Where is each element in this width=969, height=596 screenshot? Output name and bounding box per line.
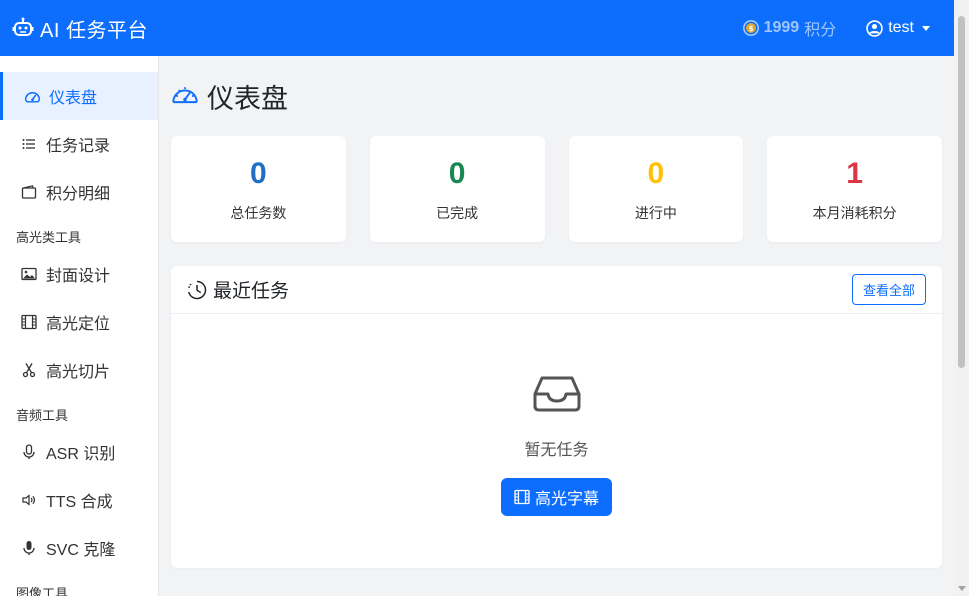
- view-all-button[interactable]: 查看全部: [852, 274, 926, 305]
- scrollbar-thumb[interactable]: [958, 16, 965, 368]
- stats-row: 0 总任务数 0 已完成 0 进行中 1 本月消耗积分: [171, 136, 942, 242]
- points-unit: 积分: [804, 22, 837, 39]
- sidebar-item-label: 高光切片: [46, 364, 111, 381]
- inbox-icon: [533, 376, 580, 412]
- brand[interactable]: AI 任务平台: [12, 14, 148, 43]
- card-title: 最近任务: [187, 276, 289, 303]
- cta-label: 高光字幕: [534, 491, 599, 508]
- card-header: 最近任务 查看全部: [171, 266, 942, 314]
- user-name: test: [888, 19, 914, 36]
- sidebar-item-label: ASR 识别: [46, 446, 116, 463]
- sidebar-item-label: TTS 合成: [46, 494, 113, 511]
- sidebar-item-tts[interactable]: TTS 合成: [0, 476, 158, 524]
- scroll-down-arrow-icon[interactable]: [958, 586, 966, 591]
- film-icon: [20, 313, 38, 331]
- sidebar-item-cover-design[interactable]: 封面设计: [0, 250, 158, 298]
- list-icon: [20, 135, 38, 153]
- sidebar-item-label: 积分明细: [46, 186, 111, 203]
- speedometer-icon: [23, 87, 41, 105]
- page-title-text: 仪表盘: [207, 83, 288, 114]
- sidebar-item-label: 高光定位: [46, 316, 111, 333]
- stat-value: 0: [647, 157, 665, 190]
- film-icon: [514, 489, 530, 505]
- coin-icon: $: [742, 20, 759, 36]
- caret-down-icon: [922, 25, 930, 31]
- sidebar-item-label: 封面设计: [46, 268, 111, 285]
- robot-icon: [12, 17, 34, 36]
- stat-total-tasks: 0 总任务数: [171, 136, 346, 242]
- sidebar-item-label: 任务记录: [46, 138, 111, 155]
- sidebar-item-tasks[interactable]: 任务记录: [0, 120, 158, 168]
- card-title-text: 最近任务: [213, 281, 290, 302]
- svg-text:$: $: [748, 25, 753, 33]
- sidebar-item-label: SVC 克隆: [46, 542, 116, 559]
- page-title: 仪表盘: [171, 56, 942, 136]
- image-icon: [20, 265, 38, 283]
- mic-icon: [20, 443, 38, 461]
- speedometer-icon: [172, 87, 198, 104]
- stat-value: 1: [846, 157, 863, 190]
- empty-state: 暂无任务 高光字幕: [171, 314, 942, 516]
- mic-fill-icon: [20, 539, 38, 557]
- sidebar-item-svc[interactable]: SVC 克隆: [0, 524, 158, 572]
- sidebar-item-asr[interactable]: ASR 识别: [0, 428, 158, 476]
- wallet-icon: [20, 183, 38, 201]
- sidebar-section-image: 图像工具: [16, 585, 69, 596]
- sidebar-item-highlight-locate[interactable]: 高光定位: [0, 298, 158, 346]
- recent-tasks-card: 最近任务 查看全部 暂无任务 高光字幕: [171, 266, 942, 568]
- points-value: 1999: [763, 19, 800, 36]
- sidebar-item-points[interactable]: 积分明细: [0, 168, 158, 216]
- stat-monthly-points: 1 本月消耗积分: [767, 136, 942, 242]
- stat-label: 总任务数: [230, 205, 287, 221]
- sidebar-item-label: 仪表盘: [49, 90, 98, 107]
- user-menu[interactable]: test: [866, 19, 930, 37]
- points-display: $ 1999 积分: [742, 16, 837, 40]
- clock-history-icon: [188, 280, 207, 299]
- stat-in-progress: 0 进行中: [568, 136, 744, 242]
- sidebar-section-highlight: 高光类工具: [16, 229, 82, 245]
- scissors-icon: [20, 361, 38, 379]
- stat-completed: 0 已完成: [369, 136, 545, 242]
- volume-icon: [20, 491, 38, 509]
- stat-value: 0: [448, 157, 466, 190]
- brand-text: AI 任务平台: [40, 19, 148, 42]
- stat-value: 0: [250, 157, 267, 190]
- sidebar-item-highlight-clip[interactable]: 高光切片: [0, 346, 158, 394]
- stat-label: 本月消耗积分: [812, 205, 897, 221]
- page-scrollbar[interactable]: [954, 0, 969, 596]
- stat-label: 已完成: [436, 205, 479, 221]
- user-circle-icon: [866, 19, 883, 37]
- top-navbar: AI 任务平台 $ 1999 积分 test: [0, 0, 954, 56]
- sidebar-item-dashboard[interactable]: 仪表盘: [0, 72, 158, 120]
- stat-label: 进行中: [634, 205, 677, 221]
- highlight-subtitle-button[interactable]: 高光字幕: [501, 478, 612, 516]
- empty-text: 暂无任务: [524, 442, 589, 459]
- sidebar-section-audio: 音频工具: [16, 407, 69, 423]
- main-content: 仪表盘 0 总任务数 0 已完成 0 进行中 1 本月消耗积分 最近任务 查看全…: [171, 56, 942, 568]
- sidebar: 仪表盘 任务记录 积分明细 高光类工具 封面设计 高光定位 高光切片 音频工具: [0, 56, 159, 596]
